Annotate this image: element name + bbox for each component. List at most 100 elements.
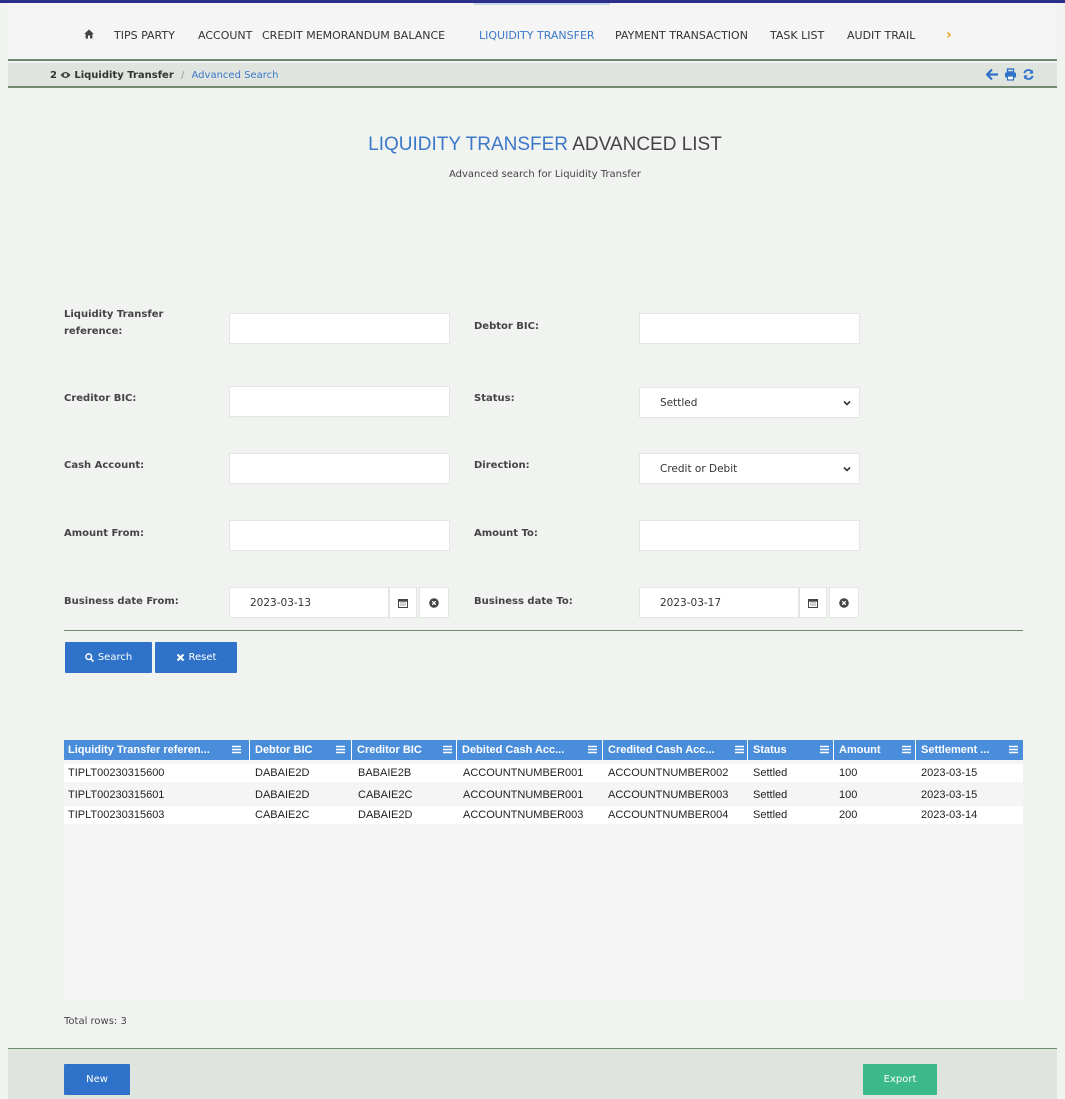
column-header-label: Amount	[839, 744, 881, 756]
cell-status: Settled	[753, 789, 788, 801]
new-button[interactable]: New	[64, 1064, 130, 1095]
cell-settlement: 2023-03-14	[921, 809, 978, 821]
clear-circle-icon	[839, 597, 849, 608]
search-button[interactable]: Search	[65, 642, 152, 673]
column-header-lt-reference[interactable]: Liquidity Transfer referen...	[64, 740, 250, 760]
cell-creditor-bic: CABAIE2C	[358, 789, 413, 801]
cell-debited-cash-account: ACCOUNTNUMBER001	[463, 789, 584, 801]
date-to-calendar-button[interactable]	[799, 587, 827, 618]
chevron-down-icon	[843, 466, 851, 472]
amount-from-input[interactable]	[229, 520, 450, 551]
amount-to-input[interactable]	[639, 520, 860, 551]
breadcrumb: 2 Liquidity Transfer / Advanced Search	[50, 70, 278, 81]
chevron-right-icon[interactable]: ›	[946, 27, 952, 43]
date-from-clear-button[interactable]	[419, 587, 449, 618]
page-title-rest: ADVANCED LIST	[568, 134, 722, 155]
refresh-icon[interactable]	[1022, 68, 1035, 81]
cell-debtor-bic: DABAIE2D	[255, 767, 310, 779]
cell-creditor-bic: DABAIE2D	[358, 809, 413, 821]
column-header-creditor-bic[interactable]: Creditor BIC	[353, 740, 457, 760]
cell-credited-cash-account: ACCOUNTNUMBER004	[608, 809, 729, 821]
column-header-label: Status	[753, 744, 787, 756]
cell-amount: 100	[839, 789, 858, 801]
cell-credited-cash-account: ACCOUNTNUMBER002	[608, 767, 729, 779]
column-header-label: Settlement ...	[921, 744, 990, 756]
cash-account-label: Cash Account:	[64, 460, 145, 471]
chevron-down-icon	[843, 400, 851, 406]
cell-settlement: 2023-03-15	[921, 789, 978, 801]
lt-reference-label: Liquidity Transfer reference:	[64, 309, 164, 337]
column-header-debited-cash-account[interactable]: Debited Cash Acc...	[458, 740, 603, 760]
status-label: Status:	[474, 393, 515, 404]
breadcrumb-bar: 2 Liquidity Transfer / Advanced Search	[8, 63, 1057, 88]
breadcrumb-separator: /	[180, 70, 185, 81]
print-icon[interactable]	[1004, 68, 1017, 81]
column-menu-icon[interactable]	[588, 745, 597, 754]
cell-creditor-bic: BABAIE2B	[358, 767, 412, 779]
column-menu-icon[interactable]	[336, 745, 345, 754]
nav-item-credit-memorandum-balance[interactable]: CREDIT MEMORANDUM BALANCE	[262, 29, 445, 42]
nav-item-liquidity-transfer[interactable]: LIQUIDITY TRANSFER	[479, 29, 595, 42]
amount-to-label: Amount To:	[474, 528, 538, 539]
home-icon[interactable]	[84, 29, 94, 39]
cell-lt-reference: TIPLT00230315603	[68, 809, 165, 821]
cell-settlement: 2023-03-15	[921, 767, 978, 779]
debtor-bic-input[interactable]	[639, 313, 860, 344]
status-select[interactable]: Settled	[639, 387, 860, 418]
nav-item-account[interactable]: ACCOUNT	[198, 29, 252, 42]
debtor-bic-label: Debtor BIC:	[474, 321, 539, 332]
cell-status: Settled	[753, 809, 788, 821]
column-header-credited-cash-account[interactable]: Credited Cash Acc...	[604, 740, 748, 760]
column-menu-icon[interactable]	[1009, 745, 1018, 754]
cell-debtor-bic: CABAIE2C	[255, 809, 310, 821]
table-row[interactable]: TIPLT00230315600 DABAIE2D BABAIE2B ACCOU…	[64, 764, 1023, 782]
amount-from-label: Amount From:	[64, 528, 144, 539]
calendar-icon	[398, 598, 408, 608]
cash-account-input[interactable]	[229, 453, 450, 484]
nav-item-audit-trail[interactable]: AUDIT TRAIL	[847, 29, 915, 42]
calendar-icon	[808, 598, 818, 608]
column-header-label: Creditor BIC	[357, 744, 422, 756]
page-title-highlight: LIQUIDITY TRANSFER	[368, 134, 569, 155]
date-from-calendar-button[interactable]	[389, 587, 417, 618]
column-header-settlement[interactable]: Settlement ...	[917, 740, 1023, 760]
nav-item-task-list[interactable]: TASK LIST	[770, 29, 824, 42]
column-menu-icon[interactable]	[232, 745, 241, 754]
table-row[interactable]: TIPLT00230315601 DABAIE2D CABAIE2C ACCOU…	[64, 786, 1023, 804]
eye-icon	[60, 72, 71, 78]
page-subtitle: Advanced search for Liquidity Transfer	[448, 169, 642, 180]
lt-reference-input[interactable]	[229, 313, 450, 344]
creditor-bic-input[interactable]	[229, 386, 450, 417]
cell-lt-reference: TIPLT00230315600	[68, 767, 165, 779]
arrow-left-icon[interactable]	[986, 68, 999, 81]
status-select-value: Settled	[660, 396, 698, 409]
table-row[interactable]: TIPLT00230315603 CABAIE2C DABAIE2D ACCOU…	[64, 806, 1023, 824]
date-from-input[interactable]: 2023-03-13	[229, 587, 389, 618]
cell-lt-reference: TIPLT00230315601	[68, 789, 165, 801]
search-button-label: Search	[97, 652, 133, 663]
cell-debited-cash-account: ACCOUNTNUMBER003	[463, 809, 584, 821]
nav-item-tips-party[interactable]: TIPS PARTY	[114, 29, 175, 42]
grid-header: Liquidity Transfer referen... Debtor BIC…	[64, 740, 1023, 760]
column-menu-icon[interactable]	[902, 745, 911, 754]
nav-item-payment-transaction[interactable]: PAYMENT TRANSACTION	[615, 29, 748, 42]
results-grid: Liquidity Transfer referen... Debtor BIC…	[64, 740, 1023, 1000]
direction-select[interactable]: Credit or Debit	[639, 453, 860, 484]
reset-button-label: Reset	[188, 652, 217, 663]
breadcrumb-link-advanced-search[interactable]: Advanced Search	[192, 70, 279, 81]
column-menu-icon[interactable]	[735, 745, 744, 754]
date-to-clear-button[interactable]	[829, 587, 859, 618]
date-from-label: Business date From:	[64, 596, 179, 607]
column-menu-icon[interactable]	[820, 745, 829, 754]
date-to-input[interactable]: 2023-03-17	[639, 587, 799, 618]
creditor-bic-label: Creditor BIC:	[64, 393, 137, 404]
breadcrumb-count: 2	[50, 70, 57, 81]
reset-button[interactable]: Reset	[155, 642, 237, 673]
cell-debtor-bic: DABAIE2D	[255, 789, 310, 801]
column-menu-icon[interactable]	[443, 745, 452, 754]
export-button[interactable]: Export	[863, 1064, 937, 1095]
direction-select-value: Credit or Debit	[660, 462, 738, 475]
date-to-label: Business date To:	[474, 596, 573, 607]
cell-amount: 100	[839, 767, 858, 779]
column-header-label: Debtor BIC	[255, 744, 313, 756]
